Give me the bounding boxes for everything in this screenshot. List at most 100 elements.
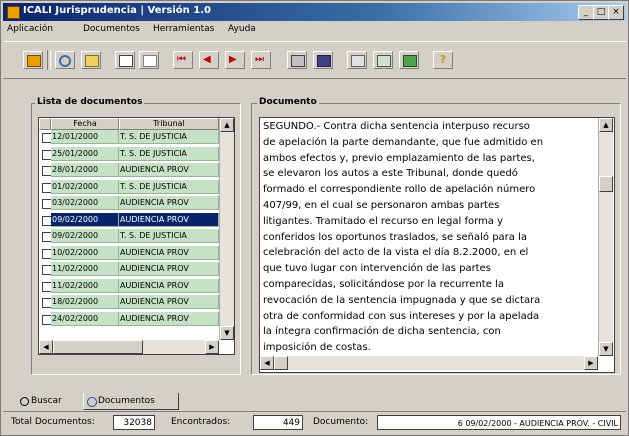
document-line: formado el correspondiente rollo de apel… xyxy=(263,184,536,196)
cell-tribunal: AUDIENCIA PROV xyxy=(119,278,219,293)
next-record-button[interactable]: ▶ xyxy=(225,51,245,69)
tab-buscar[interactable]: Buscar xyxy=(17,393,81,410)
export-button[interactable] xyxy=(399,51,419,69)
table-row[interactable]: 11/02/2000 AUDIENCIA PROV xyxy=(39,278,219,293)
doc-scroll-down-button[interactable]: ▼ xyxy=(599,342,613,356)
table-row[interactable]: 28/01/2000 AUDIENCIA PROV xyxy=(39,163,219,177)
document-line: comparecidas, solicitándose por la recur… xyxy=(263,278,504,290)
document-line: imposición de costas. xyxy=(263,342,371,354)
total-documents-value: 32038 xyxy=(113,415,155,430)
document-line: otra de conformidad con sus intereses y … xyxy=(263,310,540,322)
table-row[interactable]: 24/02/2000 AUDIENCIA PROV xyxy=(39,311,219,326)
scroll-down-button[interactable]: ▼ xyxy=(220,326,234,340)
menu-documentos[interactable]: Documentos xyxy=(83,24,140,34)
cell-tribunal: T. S. DE JUSTICIA xyxy=(119,179,219,194)
document-text-area[interactable]: SEGUNDO.- Contra dicha sentencia interpu… xyxy=(259,117,615,373)
document-line: 407/99, en el cual se personaron ambas p… xyxy=(263,199,500,211)
document-horizontal-scrollbar[interactable]: ◀ ▶ xyxy=(260,356,598,370)
table-row[interactable]: 09/02/2000 T. S. DE JUSTICIA xyxy=(39,229,219,243)
cell-fecha: 11/02/2000 xyxy=(51,262,119,276)
table-row[interactable]: 12/01/2000 T. S. DE JUSTICIA xyxy=(39,130,219,144)
first-record-button[interactable]: ⏮ xyxy=(173,51,193,69)
exit-button[interactable] xyxy=(23,51,43,69)
save-button[interactable] xyxy=(313,51,333,69)
cell-fecha: 18/02/2000 xyxy=(51,295,119,309)
last-record-button[interactable]: ⏭ xyxy=(251,51,271,69)
toolbar: ⏮ ◀ ▶ ⏭ ? xyxy=(3,41,626,79)
settings-button[interactable] xyxy=(373,51,393,69)
view-button[interactable] xyxy=(115,51,135,69)
help-button[interactable]: ? xyxy=(433,51,453,69)
table-row[interactable]: 25/01/2000 T. S. DE JUSTICIA xyxy=(39,146,219,161)
cell-fecha: 01/02/2000 xyxy=(51,179,119,194)
horizontal-scroll-thumb[interactable] xyxy=(53,340,143,354)
cell-tribunal: T. S. DE JUSTICIA xyxy=(119,130,219,144)
list-vertical-scrollbar[interactable]: ▲ ▼ xyxy=(219,118,234,340)
documents-icon xyxy=(87,397,97,407)
search-icon xyxy=(59,55,71,67)
document-list-title: Lista de documentos xyxy=(35,97,145,107)
table-row[interactable]: 03/02/2000 AUDIENCIA PROV xyxy=(39,196,219,210)
doc-scroll-up-button[interactable]: ▲ xyxy=(599,118,613,132)
cell-tribunal: AUDIENCIA PROV xyxy=(119,295,219,309)
table-row[interactable]: 01/02/2000 T. S. DE JUSTICIA xyxy=(39,179,219,194)
cell-fecha: 10/02/2000 xyxy=(51,245,119,260)
menu-aplicacion[interactable]: Aplicación xyxy=(7,24,53,34)
total-documents-label: Total Documentos: xyxy=(11,417,95,427)
view-icon xyxy=(119,55,133,67)
table-row[interactable]: 18/02/2000 AUDIENCIA PROV xyxy=(39,295,219,309)
export-icon xyxy=(403,55,417,67)
cell-tribunal: T. S. DE JUSTICIA xyxy=(119,146,219,161)
document-line: celebración del acto de la vista el día … xyxy=(263,247,529,259)
doc-vertical-scroll-thumb[interactable] xyxy=(599,176,613,192)
table-row[interactable]: 09/02/2000 AUDIENCIA PROV xyxy=(39,212,219,227)
document-line: que tuvo lugar con intervención de las p… xyxy=(263,263,491,275)
search-button[interactable] xyxy=(55,51,75,69)
document-title: Documento xyxy=(257,97,319,107)
minimize-button[interactable]: _ xyxy=(578,5,594,20)
document-list-grid: Fecha Tribunal 12/01/2000 T. S. DE JUSTIC… xyxy=(38,117,235,355)
magnifier-icon xyxy=(20,397,29,406)
status-bar: Total Documentos: 32038 Encontrados: 449… xyxy=(3,411,626,434)
tab-documentos-label: Documentos xyxy=(98,396,155,406)
app-window: ICALI Jurisprudencia | Versión 1.0 _ □ ×… xyxy=(0,0,629,436)
scroll-up-button[interactable]: ▲ xyxy=(220,118,234,132)
document-line: la íntegra confirmación de dicha sentenc… xyxy=(263,326,501,338)
doc-scroll-right-button[interactable]: ▶ xyxy=(584,356,598,370)
table-row[interactable]: 11/02/2000 AUDIENCIA PROV xyxy=(39,262,219,276)
cell-fecha: 28/01/2000 xyxy=(51,163,119,177)
print-icon xyxy=(291,55,305,67)
maximize-button[interactable]: □ xyxy=(593,5,609,20)
previous-record-button[interactable]: ◀ xyxy=(199,51,219,69)
tab-documentos[interactable]: Documentos xyxy=(83,393,179,410)
title-bar[interactable]: ICALI Jurisprudencia | Versión 1.0 _ □ × xyxy=(3,3,626,21)
list-horizontal-scrollbar[interactable]: ◀ ▶ xyxy=(39,340,219,354)
document-line: revocación de la sentencia impugnada y q… xyxy=(263,294,541,306)
exit-icon xyxy=(27,55,41,67)
doc-horizontal-scroll-thumb[interactable] xyxy=(274,356,288,370)
app-icon xyxy=(7,6,20,19)
current-document-value: 6 09/02/2000 - AUDIENCIA PROV. - CIVIL xyxy=(377,415,621,430)
menu-herramientas[interactable]: Herramientas xyxy=(153,24,214,34)
document-vertical-scrollbar[interactable]: ▲ ▼ xyxy=(598,118,613,356)
close-button[interactable]: × xyxy=(608,5,624,20)
scroll-left-button[interactable]: ◀ xyxy=(39,340,53,354)
options-button[interactable] xyxy=(347,51,367,69)
document-line: litigantes. Tramitado el recurso en lega… xyxy=(263,215,503,227)
doc-scroll-left-button[interactable]: ◀ xyxy=(260,356,274,370)
page-button[interactable] xyxy=(139,51,159,69)
tab-buscar-label: Buscar xyxy=(31,396,62,406)
save-icon xyxy=(317,55,331,67)
table-row[interactable]: 10/02/2000 AUDIENCIA PROV xyxy=(39,245,219,260)
cell-tribunal: AUDIENCIA PROV xyxy=(119,262,219,276)
scroll-right-button[interactable]: ▶ xyxy=(205,340,219,354)
cell-tribunal: AUDIENCIA PROV xyxy=(119,212,219,227)
open-button[interactable] xyxy=(81,51,101,69)
cell-tribunal: AUDIENCIA PROV xyxy=(119,196,219,210)
cell-fecha: 11/02/2000 xyxy=(51,278,119,293)
cell-fecha: 25/01/2000 xyxy=(51,146,119,161)
column-header-fecha[interactable]: Fecha xyxy=(51,118,119,130)
menu-ayuda[interactable]: Ayuda xyxy=(228,24,256,34)
print-button[interactable] xyxy=(287,51,307,69)
column-header-tribunal[interactable]: Tribunal xyxy=(119,118,219,130)
